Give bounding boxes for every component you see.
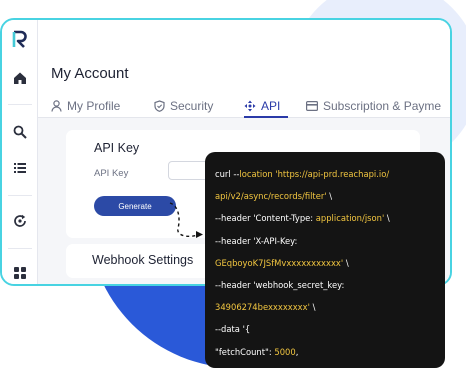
code-snippet: curl --location 'https://api-prd.reachap… [205,152,445,368]
code-line: GEqboyoK7JSfMvxxxxxxxxxxx' \ [215,257,349,268]
code-line: "fetchCount": 5000, [215,346,299,357]
code-line: --header 'Content-Type: application/json… [215,213,390,224]
code-line: --data '{ [215,324,251,335]
code-line: --header 'X-API-Key: [215,235,298,246]
code-line: --header 'webhook_secret_key: [215,279,345,290]
code-line: api/v2/async/records/filter' \ [215,191,333,202]
code-line: 34906274bexxxxxxxx' \ [215,302,316,313]
code-line: curl --location 'https://api-prd.reachap… [215,169,390,179]
